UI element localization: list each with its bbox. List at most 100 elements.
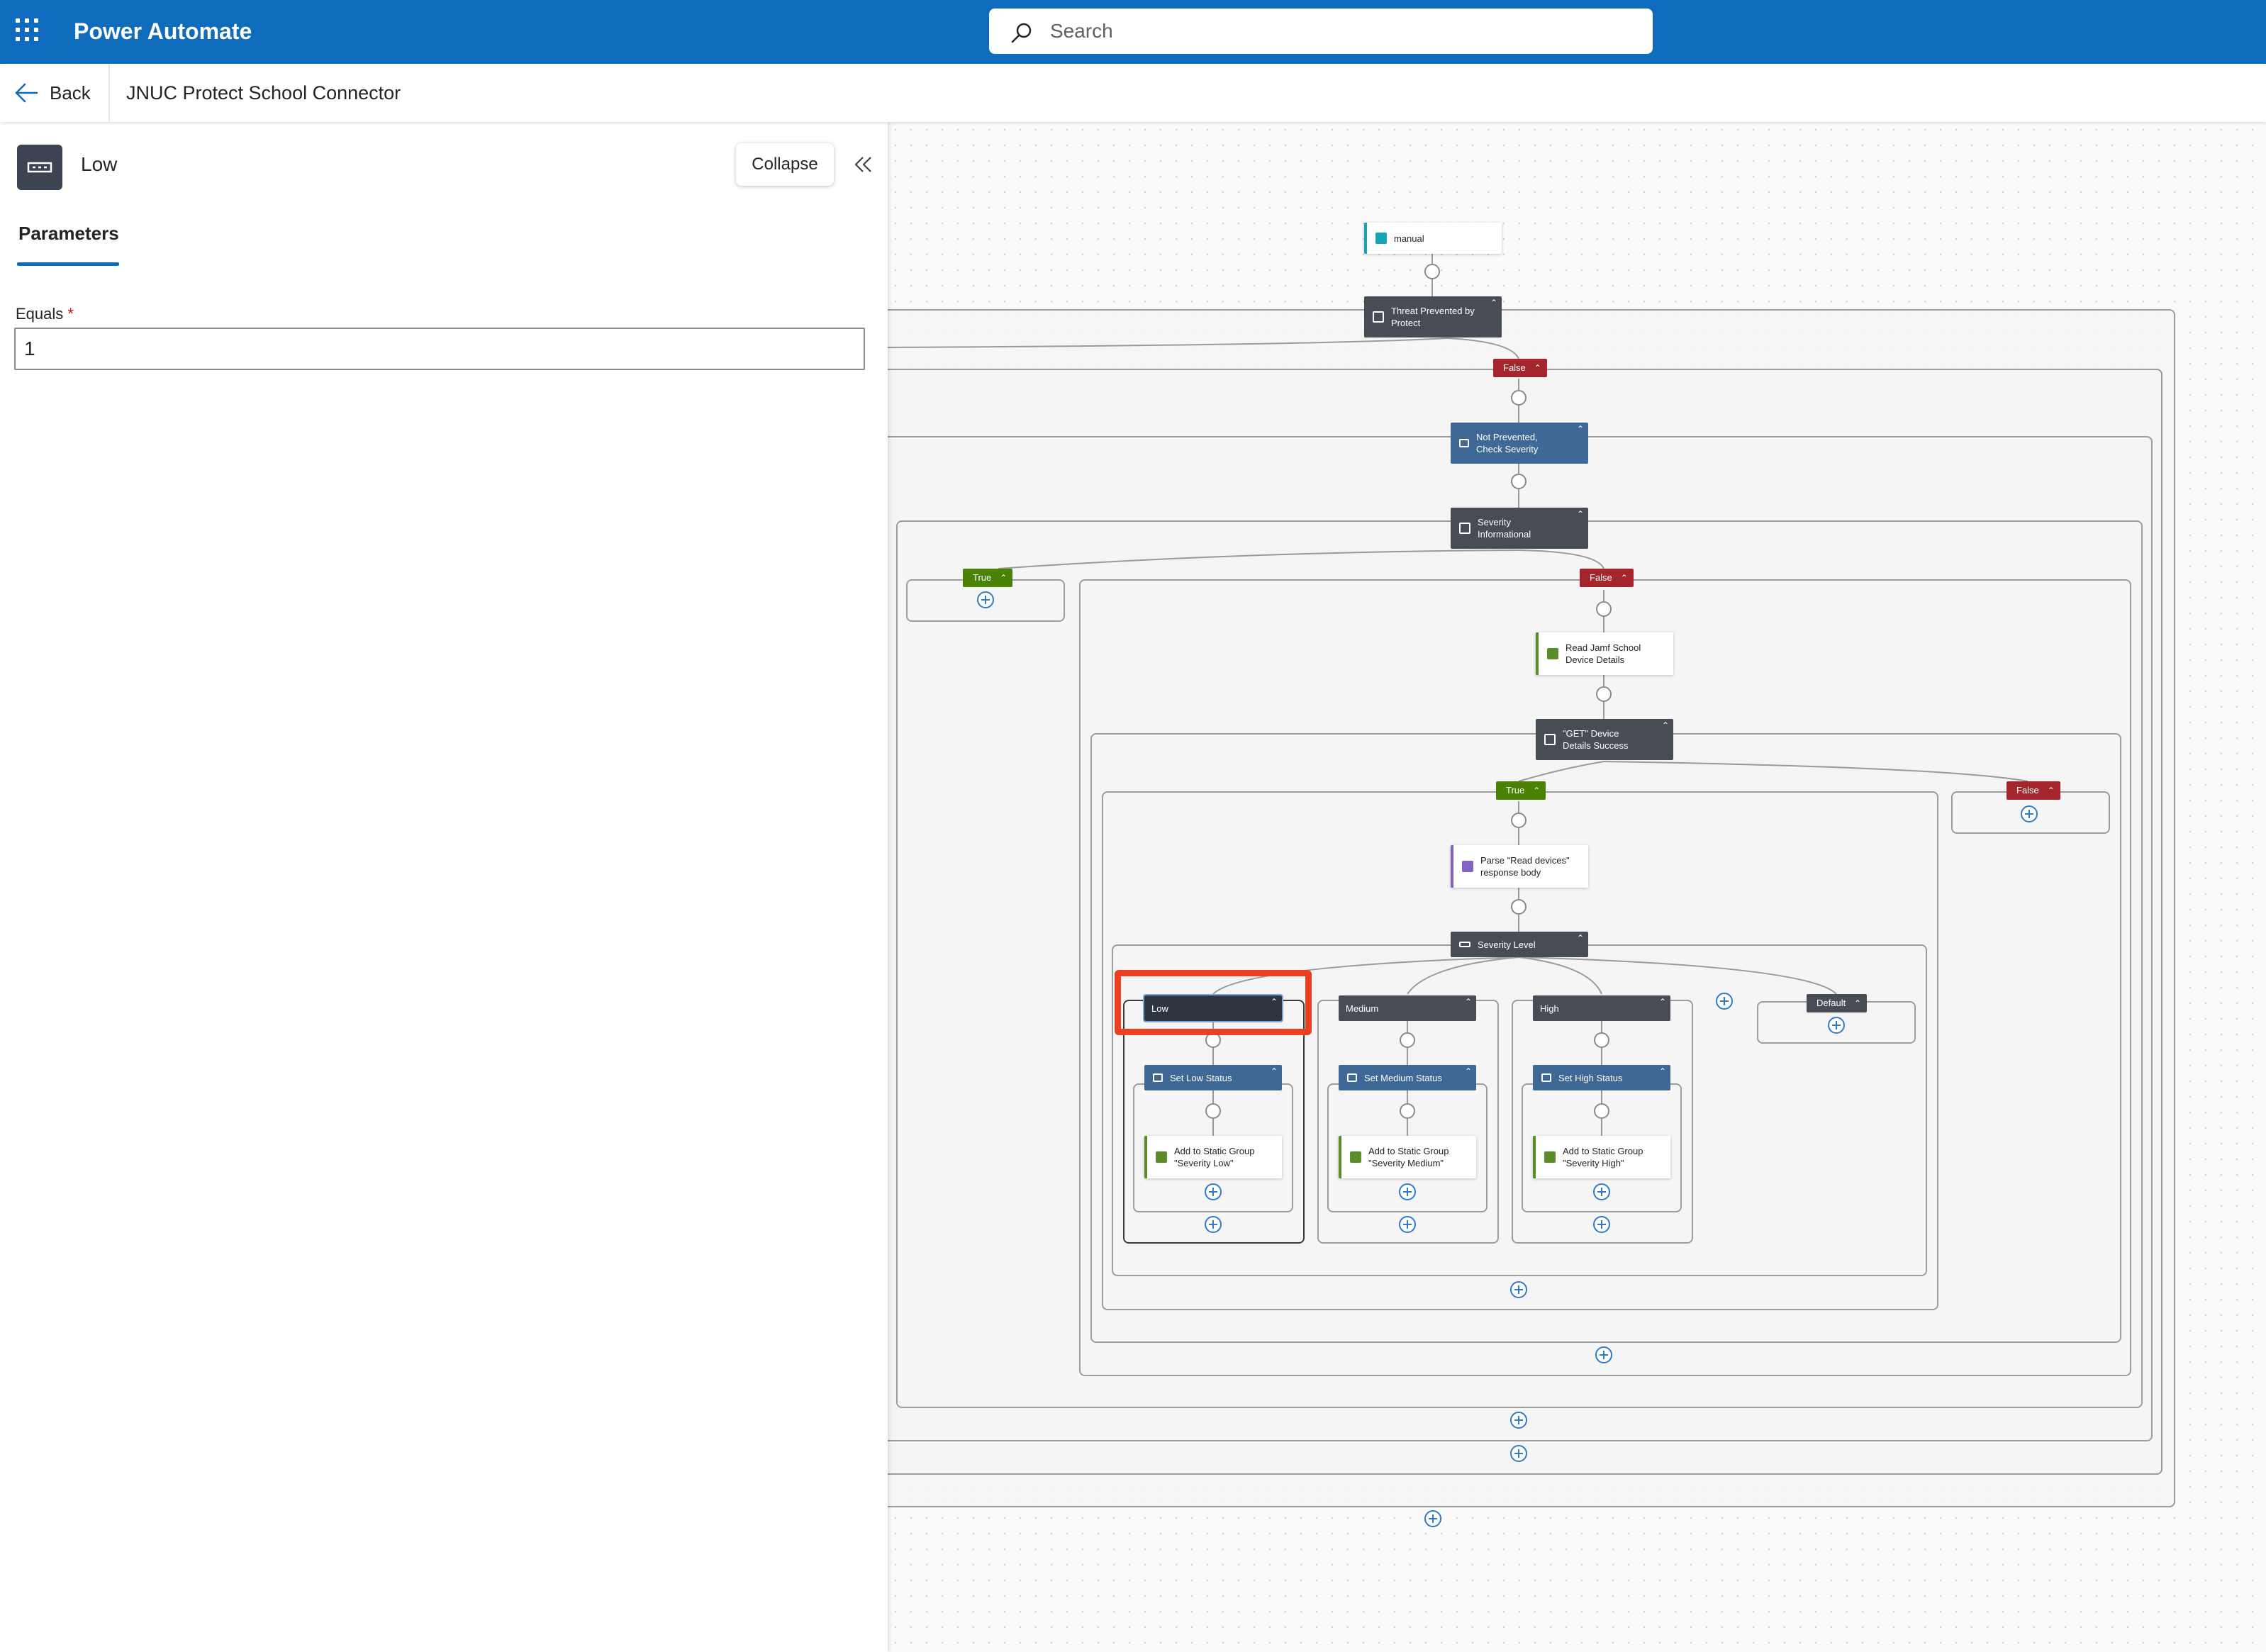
- connector-circle: [1596, 686, 1612, 702]
- chevron-up-icon: ⌃: [2047, 786, 2055, 796]
- chevron-up-icon[interactable]: ⌃: [1490, 298, 1497, 308]
- add-action-button[interactable]: [1399, 1216, 1416, 1233]
- top-bar: Power Automate Search: [0, 0, 2266, 64]
- node-set-high-status[interactable]: Set High Status ⌃: [1533, 1065, 1670, 1090]
- chevron-up-icon[interactable]: ⌃: [1577, 509, 1584, 519]
- switch-icon: [1459, 942, 1470, 947]
- chevron-up-icon[interactable]: ⌃: [1577, 424, 1584, 434]
- chevron-up-icon[interactable]: ⌃: [1577, 933, 1584, 943]
- trigger-icon: [1375, 233, 1387, 244]
- node-label: Threat Prevented by Protect: [1391, 306, 1475, 328]
- node-label: Medium: [1346, 1003, 1379, 1014]
- condition-icon: [1544, 734, 1556, 745]
- case-medium[interactable]: Medium ⌃: [1339, 995, 1476, 1021]
- back-label: Back: [50, 82, 91, 104]
- collapse-button[interactable]: Collapse: [736, 143, 834, 186]
- branch-label: False: [1590, 572, 1612, 583]
- connector-circle: [1596, 601, 1612, 617]
- tab-parameters[interactable]: Parameters: [18, 223, 119, 245]
- node-label: Add to Static Group "Severity High": [1563, 1146, 1643, 1168]
- branch-false[interactable]: False ⌃: [1493, 359, 1547, 377]
- add-action-button[interactable]: [1399, 1183, 1416, 1200]
- node-label: Read Jamf School Device Details: [1565, 642, 1641, 665]
- branch-false[interactable]: False ⌃: [2007, 781, 2060, 800]
- condition-icon: [1459, 523, 1470, 534]
- connector-circle: [1594, 1103, 1609, 1119]
- add-action-button[interactable]: [1205, 1183, 1222, 1200]
- branch-label: False: [2016, 785, 2039, 796]
- node-label: Not Prevented, Check Severity: [1476, 432, 1539, 454]
- connector-icon: [1544, 1151, 1556, 1163]
- chevron-up-icon[interactable]: ⌃: [1659, 1066, 1666, 1076]
- search-input[interactable]: Search: [989, 9, 1653, 54]
- chevron-up-icon[interactable]: ⌃: [1271, 1066, 1278, 1076]
- chevron-up-icon[interactable]: ⌃: [1465, 997, 1472, 1007]
- variable-icon: [1347, 1073, 1357, 1082]
- add-action-button[interactable]: [977, 591, 994, 608]
- node-severity-informational[interactable]: Severity Informational ⌃: [1451, 508, 1588, 549]
- add-action-button[interactable]: [1593, 1216, 1610, 1233]
- connector-circle: [1424, 264, 1440, 279]
- node-parse-json[interactable]: Parse "Read devices" response body: [1451, 845, 1588, 888]
- selection-highlight: [1115, 970, 1312, 1035]
- node-add-static-group-high[interactable]: Add to Static Group "Severity High": [1533, 1136, 1670, 1178]
- add-action-button[interactable]: [1205, 1216, 1222, 1233]
- action-details-panel: Low Collapse Parameters Equals * 1: [0, 122, 888, 1652]
- node-label: Add to Static Group "Severity Medium": [1368, 1146, 1449, 1168]
- node-read-jamf[interactable]: Read Jamf School Device Details: [1536, 632, 1673, 675]
- node-severity-level-switch[interactable]: Severity Level ⌃: [1451, 932, 1588, 957]
- node-get-device-success[interactable]: "GET" Device Details Success ⌃: [1536, 719, 1673, 760]
- add-action-button[interactable]: [1510, 1281, 1527, 1298]
- node-label: Severity Informational: [1478, 517, 1531, 540]
- app-name[interactable]: Power Automate: [74, 17, 252, 45]
- case-default[interactable]: Default ⌃: [1807, 994, 1868, 1012]
- node-add-static-group-medium[interactable]: Add to Static Group "Severity Medium": [1339, 1136, 1476, 1178]
- branch-label: True: [973, 572, 992, 583]
- node-manual-trigger[interactable]: manual: [1364, 223, 1502, 254]
- add-action-button[interactable]: [1828, 1017, 1845, 1034]
- divider: [108, 64, 110, 122]
- connector-circle: [1511, 390, 1527, 406]
- search-placeholder: Search: [1050, 20, 1113, 42]
- panel-title: Low: [81, 153, 118, 175]
- variable-icon: [1459, 439, 1469, 447]
- node-label: High: [1540, 1003, 1559, 1014]
- add-action-button[interactable]: [1595, 1346, 1612, 1363]
- branch-label: False: [1503, 362, 1526, 373]
- case-high[interactable]: High ⌃: [1533, 995, 1670, 1021]
- chevron-up-icon[interactable]: ⌃: [1465, 1066, 1472, 1076]
- node-not-prevented[interactable]: Not Prevented, Check Severity ⌃: [1451, 423, 1588, 464]
- switch-case-icon: [17, 145, 62, 190]
- add-case-button[interactable]: [1716, 993, 1733, 1010]
- connector-icon: [1156, 1151, 1167, 1163]
- node-label: Parse "Read devices" response body: [1480, 855, 1570, 878]
- node-add-static-group-low[interactable]: Add to Static Group "Severity Low": [1144, 1136, 1282, 1178]
- branch-true[interactable]: True ⌃: [963, 569, 1013, 587]
- node-label: Add to Static Group "Severity Low": [1174, 1146, 1255, 1168]
- double-chevron-left-icon[interactable]: [852, 153, 875, 176]
- node-threat-prevented[interactable]: Threat Prevented by Protect ⌃: [1364, 296, 1502, 337]
- connector-circle: [1205, 1103, 1221, 1119]
- add-action-button[interactable]: [1510, 1445, 1527, 1462]
- chevron-up-icon: ⌃: [1533, 786, 1541, 796]
- variable-icon: [1153, 1073, 1163, 1082]
- node-label: manual: [1394, 233, 1424, 244]
- node-set-medium-status[interactable]: Set Medium Status ⌃: [1339, 1065, 1476, 1090]
- chevron-up-icon: ⌃: [1534, 363, 1541, 373]
- app-launcher-icon[interactable]: [16, 18, 43, 45]
- add-action-button[interactable]: [1510, 1412, 1527, 1429]
- branch-true[interactable]: True ⌃: [1496, 781, 1546, 800]
- back-button[interactable]: Back: [14, 77, 91, 109]
- connector-icon: [1350, 1151, 1361, 1163]
- add-action-button[interactable]: [1424, 1510, 1441, 1527]
- node-set-low-status[interactable]: Set Low Status ⌃: [1144, 1065, 1282, 1090]
- branch-false[interactable]: False ⌃: [1580, 569, 1634, 587]
- chevron-up-icon[interactable]: ⌃: [1662, 720, 1669, 730]
- command-bar: Back JNUC Protect School Connector: [0, 64, 2266, 122]
- add-action-button[interactable]: [1593, 1183, 1610, 1200]
- add-action-button[interactable]: [2021, 805, 2038, 822]
- chevron-up-icon[interactable]: ⌃: [1659, 997, 1666, 1007]
- equals-field-label: Equals *: [16, 305, 74, 323]
- flow-designer-canvas[interactable]: manual Threat Prevented by Protect ⌃ Fal…: [888, 122, 2266, 1652]
- equals-input[interactable]: 1: [14, 328, 865, 370]
